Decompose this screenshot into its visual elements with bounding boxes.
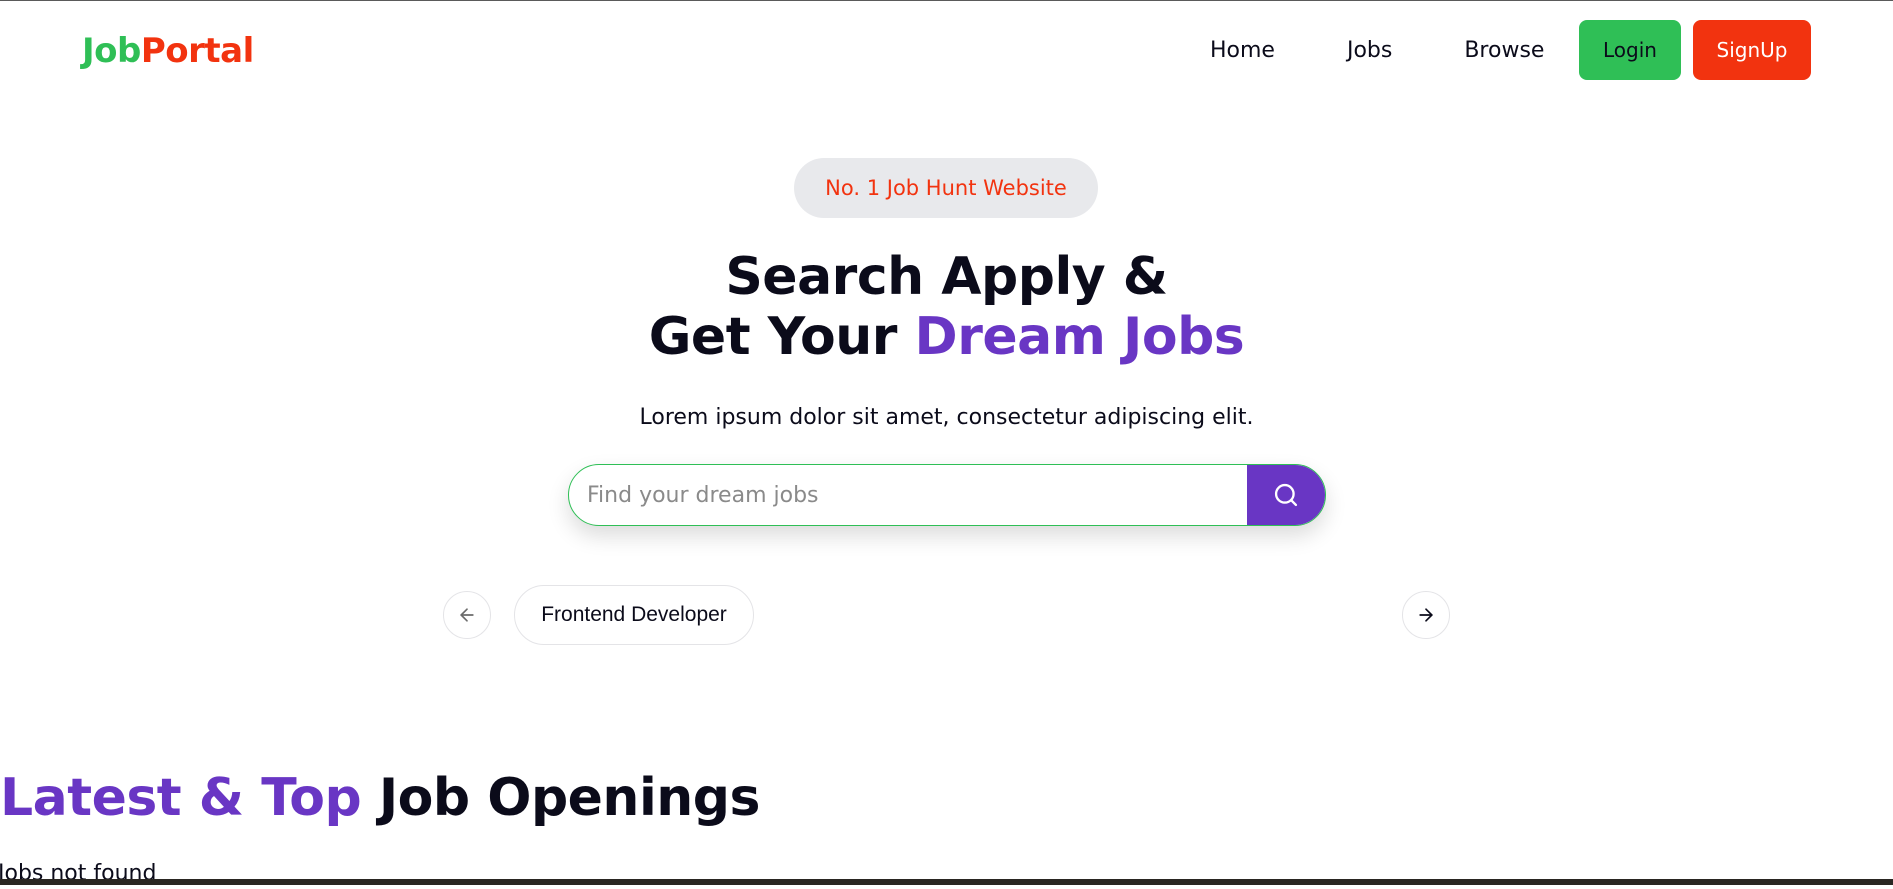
latest-jobs-title-highlight: Latest & Top: [0, 768, 362, 828]
nav-link-home[interactable]: Home: [1210, 31, 1275, 71]
hero-subtitle: Lorem ipsum dolor sit amet, consectetur …: [639, 405, 1254, 430]
logo-part-job: Job: [82, 31, 141, 71]
search-button[interactable]: [1247, 465, 1325, 525]
search-icon: [1272, 481, 1300, 509]
arrow-right-icon: [1416, 605, 1436, 625]
category-chip[interactable]: Frontend Developer: [514, 585, 754, 645]
hero-title-line1: Search Apply &: [725, 247, 1168, 307]
arrow-left-icon: [457, 605, 477, 625]
nav-link-browse[interactable]: Browse: [1464, 31, 1544, 71]
carousel-prev-button[interactable]: [443, 591, 491, 639]
search-input[interactable]: [569, 465, 1247, 525]
nav-links: Home Jobs Browse: [1180, 31, 1544, 71]
hero-title-highlight: Dream Jobs: [914, 307, 1245, 367]
signup-button[interactable]: SignUp: [1693, 20, 1811, 80]
bottom-edge: [0, 879, 1893, 885]
hero-badge: No. 1 Job Hunt Website: [794, 158, 1098, 218]
logo-part-portal: Portal: [140, 31, 254, 71]
search-bar: [568, 464, 1326, 526]
latest-jobs-title-plain: Job Openings: [361, 768, 761, 828]
login-button[interactable]: Login: [1579, 20, 1681, 80]
hero-title-line2-plain: Get Your: [648, 307, 915, 367]
carousel-next-button[interactable]: [1402, 591, 1450, 639]
navbar: JobPortal Home Jobs Browse Login SignUp: [0, 1, 1893, 101]
latest-jobs-title: Latest & Top Job Openings: [0, 763, 760, 833]
nav-link-jobs[interactable]: Jobs: [1347, 31, 1392, 71]
logo[interactable]: JobPortal: [82, 31, 254, 71]
hero-title: Search Apply & Get Your Dream Jobs: [0, 247, 1893, 367]
